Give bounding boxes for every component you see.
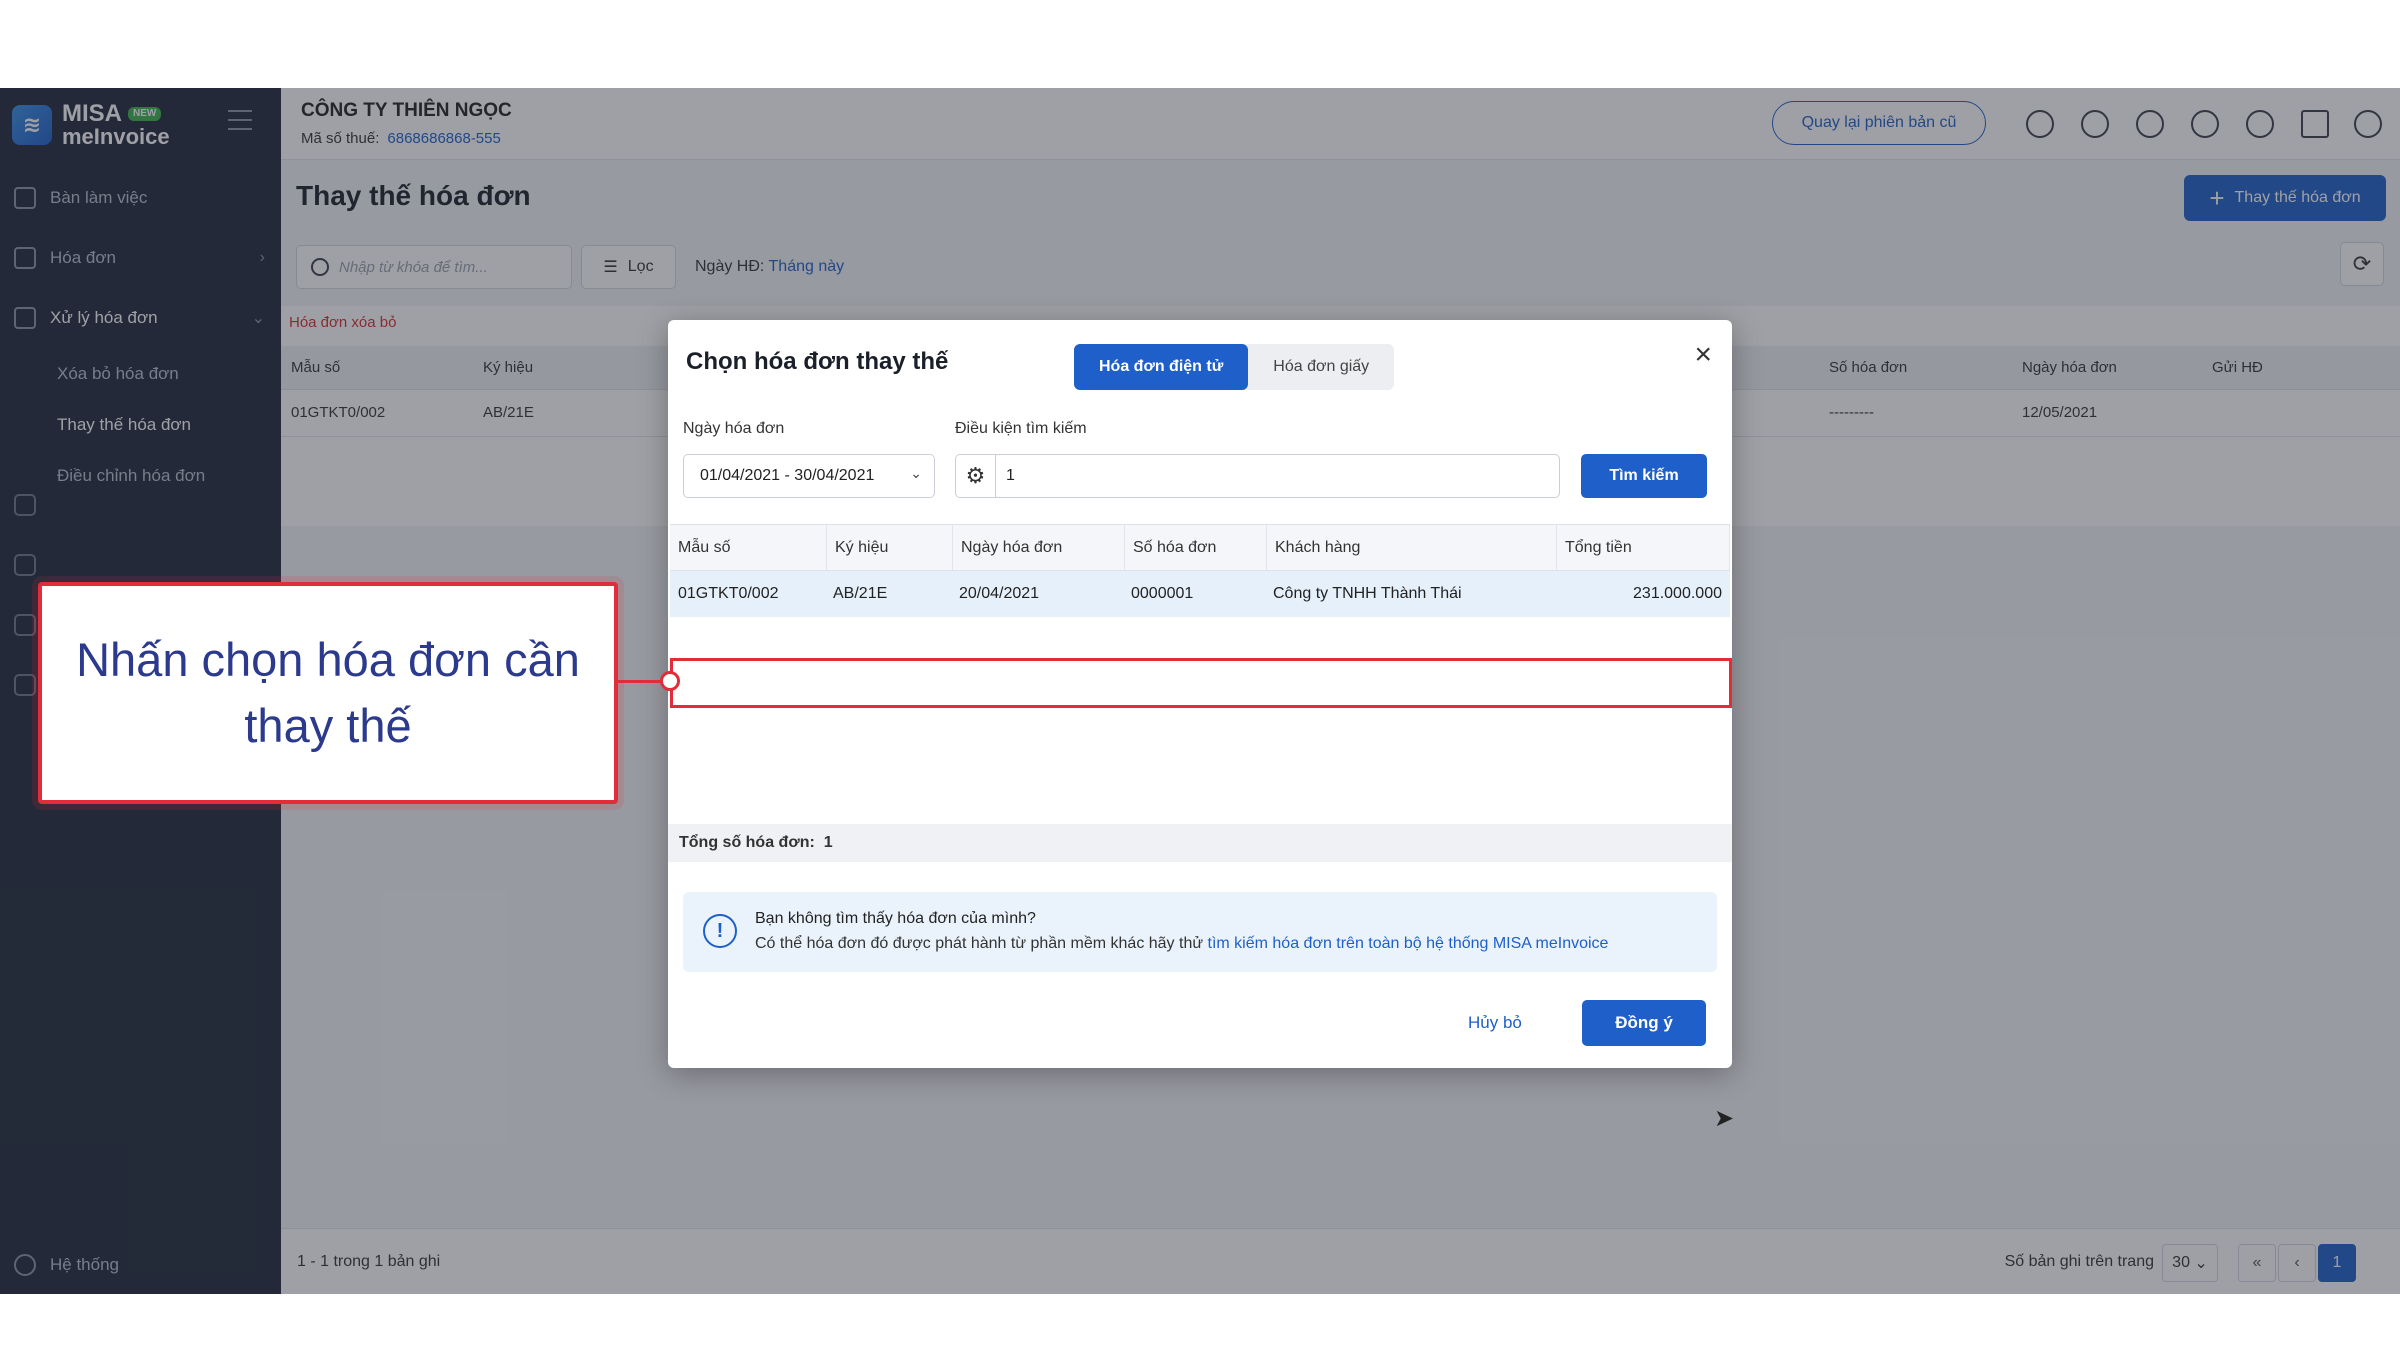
- notice-title: Bạn không tìm thấy hóa đơn của mình?: [755, 910, 1036, 927]
- condition-value[interactable]: 1: [996, 467, 1015, 485]
- date-range-select[interactable]: 01/04/2021 - 30/04/2021 ⌄: [683, 454, 935, 498]
- condition-label: Điều kiện tìm kiếm: [955, 420, 1087, 437]
- table-row[interactable]: 01GTKT0/002 AB/21E 20/04/2021 0000001 Cô…: [670, 571, 1730, 617]
- row-highlight-frame: [670, 658, 1732, 708]
- dialog-title: Chọn hóa đơn thay thế: [686, 348, 949, 375]
- cancel-button[interactable]: Hủy bỏ: [1468, 1013, 1522, 1033]
- notice-text: Có thể hóa đơn đó được phát hành từ phần…: [755, 935, 1204, 952]
- total-label: Tổng số hóa đơn:: [679, 834, 815, 851]
- date-label: Ngày hóa đơn: [683, 420, 785, 437]
- close-icon[interactable]: ×: [1694, 340, 1712, 370]
- cell-ky-hieu: AB/21E: [833, 585, 888, 602]
- column-header[interactable]: Ngày hóa đơn: [953, 525, 1125, 571]
- column-header[interactable]: Ký hiệu: [827, 525, 953, 571]
- callout-anchor-dot: [660, 671, 680, 691]
- cell-tong-tien: 231.000.000: [1633, 585, 1722, 602]
- tab-electronic-invoice[interactable]: Hóa đơn điện tử: [1074, 344, 1249, 390]
- chevron-down-icon: ⌄: [910, 465, 922, 481]
- not-found-notice: ! Bạn không tìm thấy hóa đơn của mình? C…: [683, 892, 1717, 972]
- app-window: ≋ MISA NEW meInvoice Bàn làm việc Hóa đơn…: [0, 88, 2400, 1294]
- tab-paper-invoice[interactable]: Hóa đơn giấy: [1248, 344, 1394, 390]
- cell-ngay: 20/04/2021: [959, 585, 1040, 602]
- invoice-type-toggle: Hóa đơn điện tử Hóa đơn giấy: [1074, 344, 1395, 390]
- cell-mau-so: 01GTKT0/002: [678, 585, 779, 602]
- column-header[interactable]: Khách hàng: [1267, 525, 1557, 571]
- cell-khach-hang: Công ty TNHH Thành Thái: [1273, 585, 1462, 602]
- total-value: 1: [823, 834, 833, 851]
- mouse-cursor-icon: ➤: [1714, 1105, 1735, 1132]
- tutorial-callout: Nhấn chọn hóa đơn cần thay thế: [38, 582, 618, 804]
- condition-field[interactable]: ⚙ 1: [955, 454, 1560, 498]
- column-header[interactable]: Tổng tiền: [1557, 525, 1730, 571]
- date-range-value: 01/04/2021 - 30/04/2021: [700, 467, 875, 484]
- settings-gear-icon[interactable]: ⚙: [956, 455, 996, 497]
- ok-button[interactable]: Đồng ý: [1582, 1000, 1706, 1046]
- column-header[interactable]: Số hóa đơn: [1125, 525, 1267, 571]
- column-header[interactable]: Mẫu số: [670, 525, 827, 571]
- search-button[interactable]: Tìm kiếm: [1581, 454, 1707, 498]
- notice-text-line: Có thể hóa đơn đó được phát hành từ phần…: [755, 935, 1608, 953]
- search-all-system-link[interactable]: tìm kiếm hóa đơn trên toàn bộ hệ thống M…: [1208, 935, 1609, 952]
- info-icon: !: [703, 914, 737, 948]
- cell-so: 0000001: [1131, 585, 1194, 602]
- total-invoices: Tổng số hóa đơn: 1: [668, 824, 1732, 862]
